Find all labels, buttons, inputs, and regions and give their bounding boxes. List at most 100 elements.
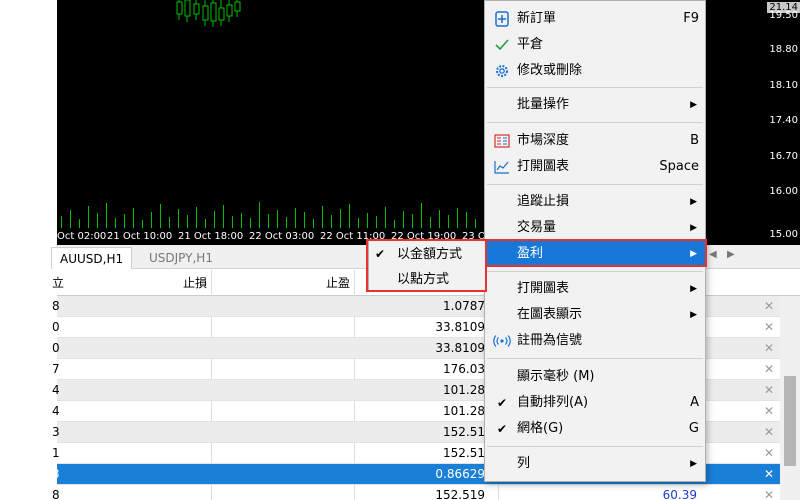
volume-bar <box>259 202 260 228</box>
volume-bar <box>448 215 449 228</box>
menu-label: 交易量 <box>517 220 557 235</box>
volume-bar <box>133 208 134 228</box>
tab-usdjpy[interactable]: USDJPY,H1 <box>141 247 221 269</box>
close-position-icon[interactable]: ✕ <box>763 317 775 338</box>
close-position-icon[interactable]: ✕ <box>763 485 775 500</box>
menu-item-show-on-chart[interactable]: 在圖表顯示 ▶ <box>485 302 705 328</box>
candle-body <box>218 7 225 21</box>
tab-scroll-left-icon[interactable]: ◀ <box>709 249 717 260</box>
menu-separator <box>487 122 703 123</box>
menu-item-auto-arrange[interactable]: ✔ 自動排列(A) A <box>485 390 705 416</box>
menu-separator <box>487 446 703 447</box>
close-position-icon[interactable]: ✕ <box>763 359 775 380</box>
volume-bar <box>403 211 404 228</box>
cell-profit: 60.39 <box>662 488 697 500</box>
volume-bar <box>232 216 233 228</box>
volume-bar <box>115 218 116 228</box>
market-depth-icon <box>493 132 511 150</box>
volume-bar <box>142 220 143 228</box>
menu-item-bulk-operations[interactable]: 批量操作 ▶ <box>485 92 705 118</box>
menu-label: 平倉 <box>517 37 544 52</box>
check-icon: ✔ <box>496 396 508 410</box>
close-position-icon[interactable]: ✕ <box>763 464 775 485</box>
volume-bar <box>322 206 323 228</box>
close-position-icon[interactable]: ✕ <box>763 422 775 443</box>
volume-bar <box>304 212 305 228</box>
volume-bar <box>340 209 341 228</box>
volume-bar <box>358 218 359 228</box>
price-label: 16.70 <box>769 151 798 162</box>
cell-price: 101.28 <box>443 404 485 418</box>
candle-body <box>226 4 233 17</box>
gear-icon <box>493 62 511 80</box>
volume-bar <box>151 212 152 228</box>
menu-item-show-milliseconds[interactable]: 顯示毫秒 (M) <box>485 364 705 390</box>
candle-body <box>184 0 191 17</box>
menu-item-market-depth[interactable]: 市場深度 B <box>485 128 705 154</box>
volume-bar <box>88 206 89 228</box>
close-position-icon[interactable]: ✕ <box>763 296 775 317</box>
tab-scroll-right-icon[interactable]: ▶ <box>727 249 735 260</box>
volume-bar <box>313 219 314 228</box>
menu-item-profit[interactable]: 盈利 ▶ <box>485 241 705 267</box>
menu-item-new-order[interactable]: 新訂單 F9 <box>485 6 705 32</box>
candle-body <box>176 1 183 15</box>
price-label: 15.00 <box>769 229 798 240</box>
volume-bar <box>70 210 71 228</box>
menu-item-columns[interactable]: 列 ▶ <box>485 451 705 477</box>
column-header-position[interactable]: 立 <box>52 270 64 296</box>
submenu-item-by-amount[interactable]: ✔ 以金額方式 <box>369 242 485 267</box>
close-position-icon[interactable]: ✕ <box>763 443 775 464</box>
menu-label: 追蹤止損 <box>517 194 570 209</box>
tab-audusd[interactable]: AUUSD,H1 <box>51 247 133 269</box>
cell-position: 8 <box>52 488 60 500</box>
table-scrollbar[interactable] <box>780 296 800 500</box>
column-header-stop-loss[interactable]: 止損 <box>69 270 212 296</box>
volume-bar <box>169 217 170 228</box>
candle-body <box>234 1 241 12</box>
volume-bar <box>466 212 467 228</box>
checkmark-icon <box>493 36 511 54</box>
menu-item-volume[interactable]: 交易量 ▶ <box>485 215 705 241</box>
submenu-arrow-icon: ▶ <box>690 223 697 233</box>
volume-bar <box>268 214 269 228</box>
volume-bar <box>196 207 197 228</box>
volume-bar <box>214 211 215 228</box>
submenu-item-by-points[interactable]: 以點方式 <box>369 267 485 292</box>
price-label: 17.40 <box>769 115 798 126</box>
menu-item-open-chart-sub[interactable]: 打開圖表 ▶ <box>485 276 705 302</box>
cell-price: 33.8109 <box>435 341 485 355</box>
volume-bar <box>124 214 125 228</box>
check-icon: ✔ <box>496 422 508 436</box>
menu-item-register-signal[interactable]: 註冊為信號 <box>485 328 705 354</box>
time-label: 22 Oct 03:00 <box>249 231 315 242</box>
menu-item-grid[interactable]: ✔ 網格(G) G <box>485 416 705 442</box>
volume-bar <box>97 213 98 228</box>
close-position-icon[interactable]: ✕ <box>763 380 775 401</box>
volume-bar <box>286 217 287 228</box>
cell-price: 152.51 <box>443 425 485 439</box>
close-position-icon[interactable]: ✕ <box>763 401 775 422</box>
menu-item-open-chart[interactable]: 打開圖表 Space <box>485 154 705 180</box>
time-label: 21 Oct 10:00 <box>107 231 173 242</box>
menu-item-modify[interactable]: 修改或刪除 <box>485 58 705 84</box>
column-header-take-profit[interactable]: 止盈 <box>212 270 355 296</box>
scrollbar-thumb[interactable] <box>784 376 796 466</box>
volume-bar <box>412 214 413 228</box>
context-menu: 新訂單 F9 平倉 修改或刪除 批量操作 ▶ 市場深度 B 打開圖表 Space… <box>484 0 706 482</box>
price-label: 16.00 <box>769 186 798 197</box>
menu-item-trailing-stop[interactable]: 追蹤止損 ▶ <box>485 189 705 215</box>
candle-body <box>193 3 200 15</box>
close-position-icon[interactable]: ✕ <box>763 338 775 359</box>
volume-bar <box>250 218 251 228</box>
cell-price: 152.51 <box>443 446 485 460</box>
volume-bar <box>331 215 332 228</box>
menu-label: 修改或刪除 <box>517 63 583 78</box>
menu-separator <box>487 87 703 88</box>
menu-item-close-position[interactable]: 平倉 <box>485 32 705 58</box>
submenu-arrow-icon: ▶ <box>690 459 697 469</box>
menu-shortcut: B <box>690 133 699 148</box>
time-label: 21 Oct 18:00 <box>178 231 244 242</box>
candle-body <box>202 5 209 21</box>
table-row[interactable]: 8 152.519 60.39 ✕ <box>52 485 800 500</box>
